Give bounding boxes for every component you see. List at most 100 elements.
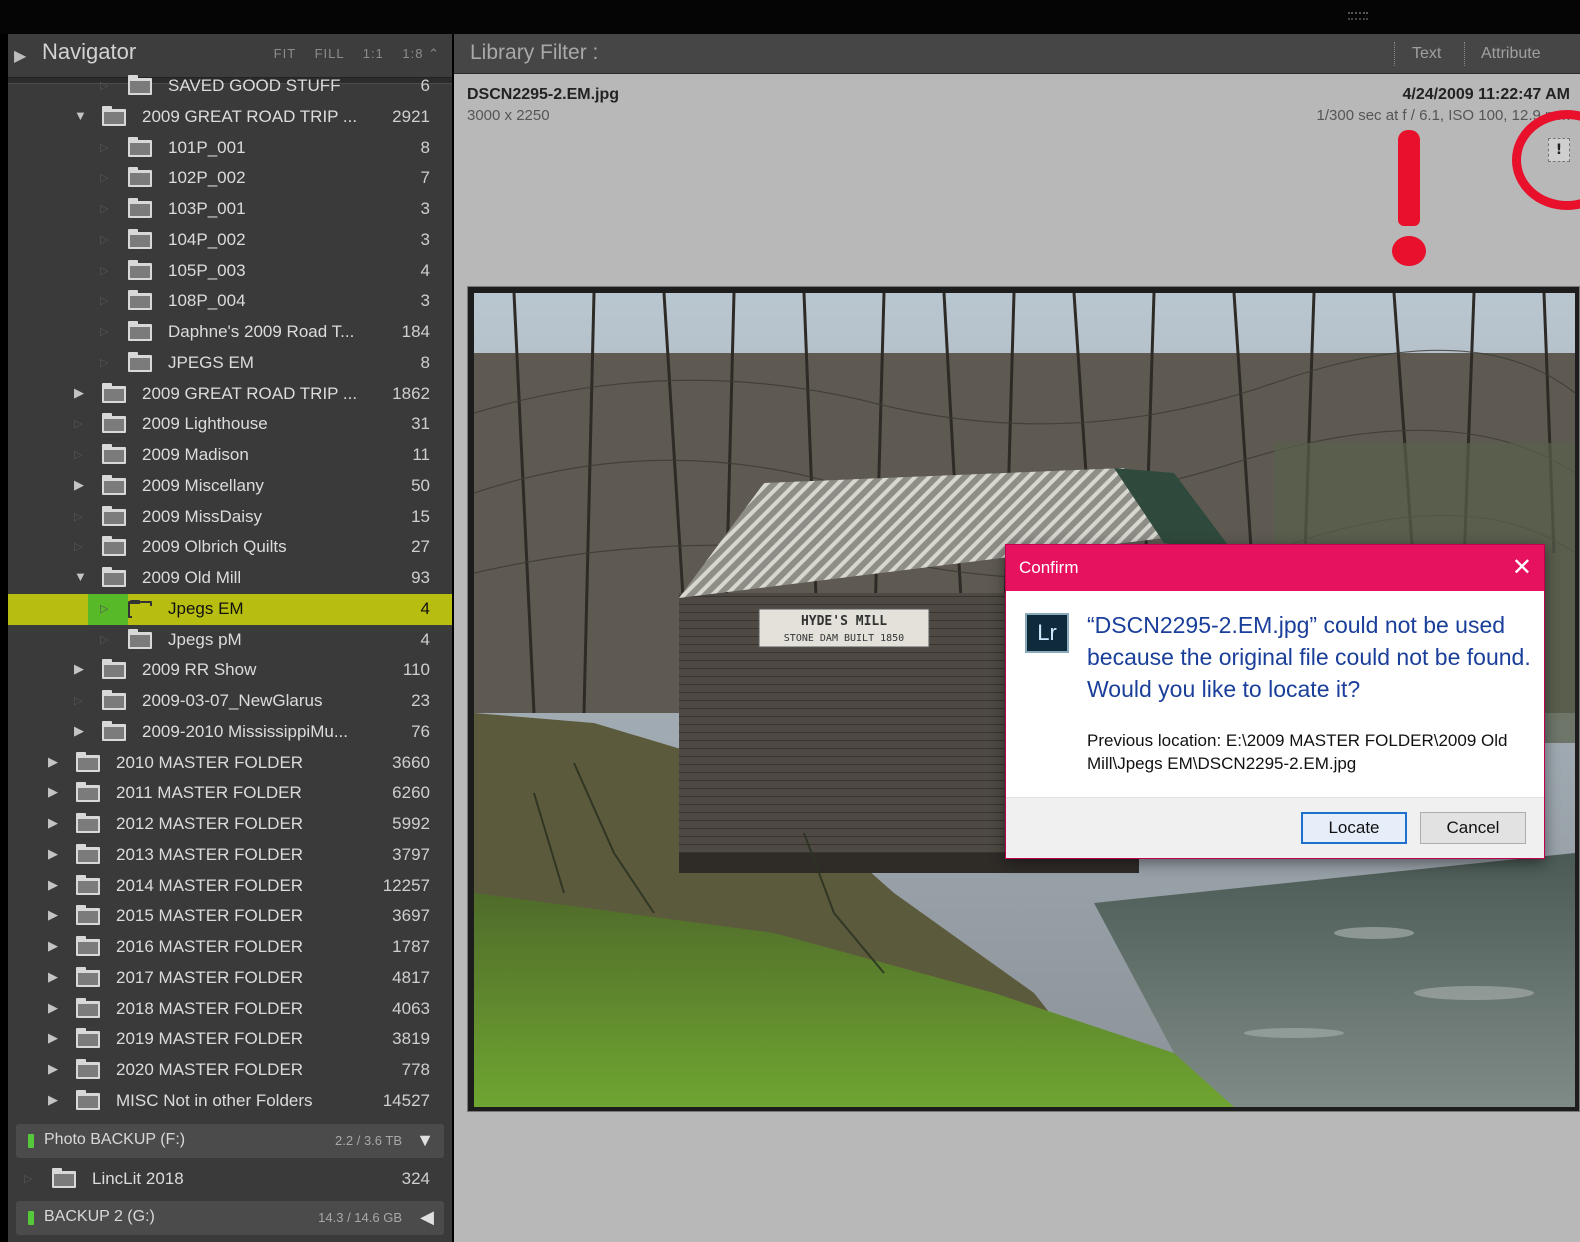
drive-toggle-icon[interactable]: ◀ [420,1207,434,1228]
expand-arrow-icon[interactable]: ▶ [48,938,58,954]
folder-row[interactable]: ▶ 2016 MASTER FOLDER 1787 [8,932,452,963]
folder-row[interactable]: ▷ 2009-03-07_NewGlarus 23 [8,686,452,717]
folder-row[interactable]: ▶ 2013 MASTER FOLDER 3797 [8,840,452,871]
zoom-fit[interactable]: FIT [274,46,296,61]
zoom-1-1[interactable]: 1:1 [363,46,384,61]
expand-arrow-icon[interactable]: ▷ [74,448,82,461]
expand-arrow-icon[interactable]: ▷ [74,540,82,553]
folder-count: 3819 [392,1029,430,1049]
folder-row[interactable]: ▷ 104P_002 3 [8,225,452,256]
folder-row[interactable]: ▶ 2020 MASTER FOLDER 778 [8,1055,452,1086]
expand-arrow-icon[interactable]: ▶ [48,1030,58,1046]
folder-count: 4 [420,629,430,649]
zoom-custom[interactable]: 1:8 ⌃ [402,46,440,61]
expand-arrow-icon[interactable]: ▷ [100,171,108,184]
expand-arrow-icon[interactable]: ▷ [100,602,108,615]
zoom-options: FIT FILL 1:1 1:8 ⌃ [260,46,440,62]
expand-arrow-icon[interactable]: ▷ [100,294,108,307]
folder-row[interactable]: ▶ 2015 MASTER FOLDER 3697 [8,901,452,932]
expand-arrow-icon[interactable]: ▶ [48,784,58,800]
expand-arrow-icon[interactable]: ▶ [48,1092,58,1108]
folder-row[interactable]: ▷ 2009 Lighthouse 31 [8,409,452,440]
close-icon[interactable]: ✕ [1512,553,1532,581]
folder-row[interactable]: ▷ Daphne's 2009 Road T... 184 [8,317,452,348]
folder-row[interactable]: ▷ Jpegs pM 4 [8,625,452,656]
folder-row[interactable]: ▷ 105P_003 4 [8,256,452,287]
drive-status-led-icon [28,1134,34,1148]
drive-photo-backup[interactable]: Photo BACKUP (F:) 2.2 / 3.6 TB ▼ [16,1124,444,1158]
folder-name: Daphne's 2009 Road T... [168,322,355,341]
expand-arrow-icon[interactable]: ▶ [48,1000,58,1016]
expand-arrow-icon[interactable]: ▶ [74,385,84,401]
photo-filename: DSCN2295-2.EM.jpg [467,86,620,103]
folder-row-selected[interactable]: ▷ Jpegs EM 4 [8,593,452,625]
folder-row[interactable]: ▶ 2011 MASTER FOLDER 6260 [8,778,452,809]
folder-row[interactable]: ▼ 2009 GREAT ROAD TRIP ... 2921 [8,102,452,133]
folder-row[interactable]: ▷ JPEGS EM 8 [8,348,452,379]
collapse-arrow-icon[interactable]: ▼ [74,108,87,123]
expand-arrow-icon[interactable]: ▷ [100,233,108,246]
expand-arrow-icon[interactable]: ▷ [24,1172,32,1185]
folder-row[interactable]: ▷ 103P_001 3 [8,194,452,225]
folder-row[interactable]: ▶ 2018 MASTER FOLDER 4063 [8,994,452,1025]
collapse-triangle-icon[interactable]: ▶ [14,46,26,65]
expand-arrow-icon[interactable]: ▷ [74,694,82,707]
filter-text-option[interactable]: Text [1412,45,1441,63]
expand-arrow-icon[interactable]: ▶ [74,661,84,677]
folder-row[interactable]: ▶ 2014 MASTER FOLDER 12257 [8,871,452,902]
folder-row[interactable]: ▶ 2017 MASTER FOLDER 4817 [8,963,452,994]
folder-row[interactable]: ▷ 101P_001 8 [8,133,452,164]
drive-backup-2[interactable]: BACKUP 2 (G:) 14.3 / 14.6 GB ◀ [16,1201,444,1235]
locate-button[interactable]: Locate [1301,812,1407,844]
expand-arrow-icon[interactable]: ▶ [48,907,58,923]
folder-row[interactable]: ▷ 108P_004 3 [8,286,452,317]
folder-count: 3697 [392,906,430,926]
expand-arrow-icon[interactable]: ▷ [100,633,108,646]
folder-row[interactable]: ▷ 102P_002 7 [8,163,452,194]
folder-row[interactable]: ▶ 2009-2010 MississippiMu... 76 [8,717,452,748]
missing-file-warning-icon[interactable]: ! [1548,138,1570,162]
expand-arrow-icon[interactable]: ▶ [48,846,58,862]
folder-row[interactable]: ▶ 2009 Miscellany 50 [8,471,452,502]
expand-arrow-icon[interactable]: ▷ [100,202,108,215]
folder-row[interactable]: ▶ 2012 MASTER FOLDER 5992 [8,809,452,840]
folder-icon [128,167,152,188]
expand-arrow-icon[interactable]: ▷ [100,264,108,277]
expand-arrow-icon[interactable]: ▷ [100,356,108,369]
panel-grip-handle[interactable] [1348,12,1368,20]
folder-row[interactable]: ▷ 2009 Madison 11 [8,440,452,471]
folder-row[interactable]: ▷ 2009 Olbrich Quilts 27 [8,532,452,563]
folder-icon [52,1168,76,1188]
folder-row[interactable]: ▷ 2009 MissDaisy 15 [8,502,452,533]
folder-row[interactable]: ▶ 2010 MASTER FOLDER 3660 [8,748,452,779]
folder-row[interactable]: ▼ 2009 Old Mill 93 [8,563,452,594]
expand-arrow-icon[interactable]: ▷ [74,417,82,430]
folder-row[interactable]: ▶ 2009 RR Show 110 [8,655,452,686]
expand-arrow-icon[interactable]: ▶ [74,477,84,493]
drive-toggle-icon[interactable]: ▼ [416,1130,434,1151]
expand-arrow-icon[interactable]: ▶ [48,877,58,893]
expand-arrow-icon[interactable]: ▶ [48,815,58,831]
expand-arrow-icon[interactable]: ▷ [100,141,108,154]
folder-row-linclit[interactable]: ▷ LincLit 2018 324 [8,1164,452,1195]
folder-icon [128,628,152,649]
expand-arrow-icon[interactable]: ▷ [100,325,108,338]
folder-icon [102,690,126,710]
folder-row[interactable]: ▷ SAVED GOOD STUFF 6 [8,71,452,102]
expand-arrow-icon[interactable]: ▶ [74,723,84,739]
folder-row[interactable]: ▶ 2009 GREAT ROAD TRIP ... 1862 [8,379,452,410]
collapse-arrow-icon[interactable]: ▼ [74,569,87,584]
expand-arrow-icon[interactable]: ▶ [48,969,58,985]
filter-attribute-option[interactable]: Attribute [1481,45,1541,63]
folder-row[interactable]: ▶ MISC Not in other Folders 14527 [8,1086,452,1117]
folder-row[interactable]: ▶ 2019 MASTER FOLDER 3819 [8,1024,452,1055]
folder-count: 3797 [392,844,430,864]
expand-arrow-icon[interactable]: ▶ [48,754,58,770]
cancel-button[interactable]: Cancel [1420,812,1526,844]
expand-arrow-icon[interactable]: ▷ [100,79,108,92]
zoom-fill[interactable]: FILL [315,46,345,61]
expand-arrow-icon[interactable]: ▶ [48,1061,58,1077]
dialog-titlebar[interactable]: Confirm ✕ [1006,545,1544,591]
photo-exposure: 1/300 sec at f / 6.1, ISO 100, 12.9 mm [1316,107,1570,124]
expand-arrow-icon[interactable]: ▷ [74,510,82,523]
